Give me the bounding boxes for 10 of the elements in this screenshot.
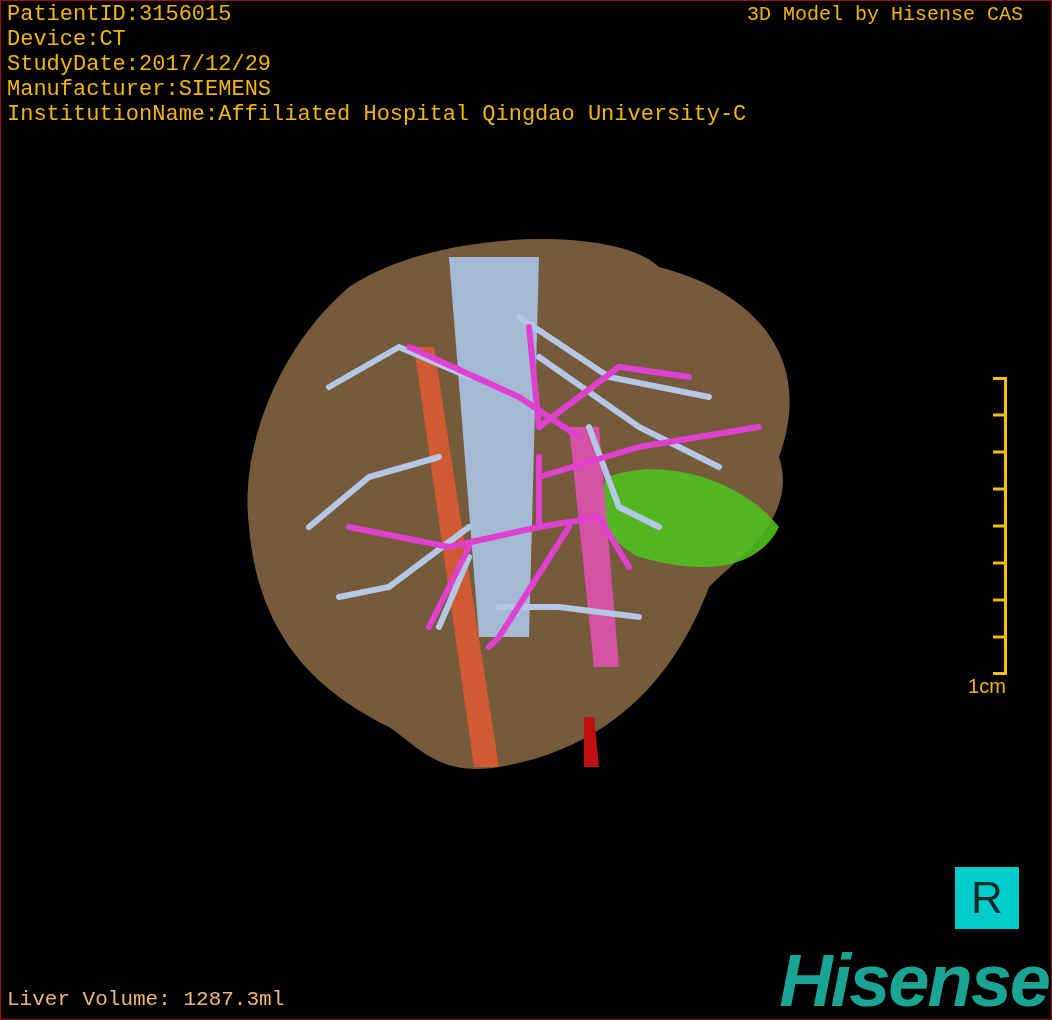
brand-logo: Hisense — [779, 949, 1050, 1013]
info-line: Device:CT — [7, 27, 127, 52]
scale-label: 1cm — [968, 675, 1006, 697]
info-line: InstitutionName:Affiliated Hospital Qingdao University-C — [7, 102, 747, 127]
liver-volume: Liver Volume: 1287.3ml — [7, 987, 285, 1013]
info-line: Manufacturer:SIEMENS — [7, 77, 273, 102]
info-line: PatientID:3156015 — [7, 2, 233, 27]
orientation-marker: R — [955, 867, 1019, 929]
viewer-title: 3D Model by Hisense CAS — [746, 2, 1024, 28]
info-line: StudyDate:2017/12/29 — [7, 52, 273, 77]
